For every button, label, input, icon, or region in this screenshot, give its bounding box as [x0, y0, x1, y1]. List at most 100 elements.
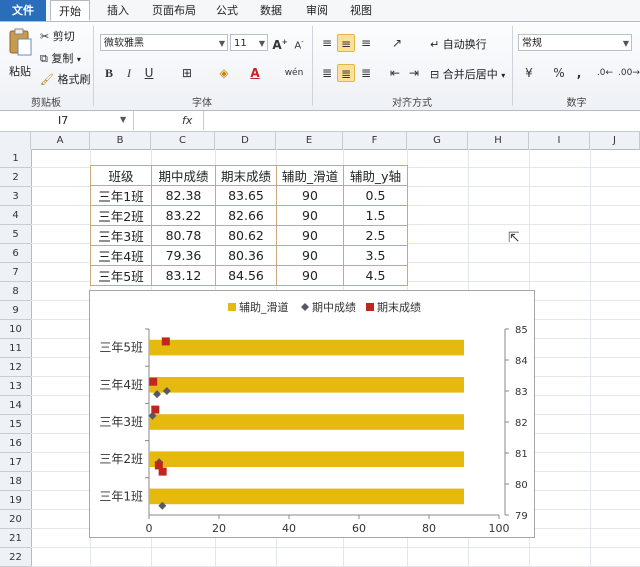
column-header[interactable]: J — [590, 132, 640, 149]
row-header[interactable]: 9 — [0, 301, 31, 320]
align-left-icon[interactable]: ≣ — [318, 64, 336, 82]
tab-page-layout[interactable]: 页面布局 — [146, 0, 202, 21]
table-cell[interactable]: 三年5班 — [90, 265, 152, 286]
table-cell[interactable]: 79.36 — [151, 245, 216, 266]
tab-insert[interactable]: 插入 — [104, 0, 132, 21]
table-cell[interactable]: 三年2班 — [90, 205, 152, 226]
grow-font-icon[interactable]: A+ — [271, 33, 289, 52]
orientation-icon[interactable]: ↗ — [388, 34, 406, 52]
header-cell[interactable]: 辅助_y轴 — [343, 165, 408, 186]
table-cell[interactable]: 4.5 — [343, 265, 408, 286]
table-cell[interactable]: 三年4班 — [90, 245, 152, 266]
table-cell[interactable]: 80.36 — [215, 245, 277, 266]
wrap-text-button[interactable]: ↵ 自动换行 — [430, 36, 487, 52]
decrease-decimal-icon[interactable]: .00→ — [618, 64, 640, 82]
merge-center-button[interactable]: ⊟ 合并后居中 ▾ — [430, 66, 505, 82]
embedded-chart[interactable]: 辅助_滑道 期中成绩 期末成绩 0 20 40 60 80 100 79 80 81 82 83 84 85 三… — [89, 290, 535, 538]
row-header[interactable]: 22 — [0, 548, 31, 567]
row-header[interactable]: 13 — [0, 377, 31, 396]
table-cell[interactable]: 80.62 — [215, 225, 277, 246]
currency-icon[interactable]: ¥ — [520, 64, 538, 82]
table-cell[interactable]: 83.65 — [215, 185, 277, 206]
column-header[interactable]: E — [276, 132, 343, 149]
table-cell[interactable]: 0.5 — [343, 185, 408, 206]
increase-indent-icon[interactable]: ⇥ — [405, 64, 423, 82]
select-all-corner[interactable] — [0, 132, 31, 149]
table-cell[interactable]: 2.5 — [343, 225, 408, 246]
align-center-icon[interactable]: ≣ — [337, 64, 355, 82]
font-size-select[interactable]: 11 ▼ — [230, 34, 268, 51]
fill-color-icon[interactable]: ◈ — [215, 64, 233, 82]
row-header[interactable]: 17 — [0, 453, 31, 472]
table-cell[interactable]: 90 — [276, 205, 344, 226]
table-cell[interactable]: 三年3班 — [90, 225, 152, 246]
table-cell[interactable]: 80.78 — [151, 225, 216, 246]
row-header[interactable]: 19 — [0, 491, 31, 510]
row-header[interactable]: 21 — [0, 529, 31, 548]
table-cell[interactable]: 83.12 — [151, 265, 216, 286]
row-header[interactable]: 10 — [0, 320, 31, 339]
column-header[interactable]: G — [407, 132, 468, 149]
row-header[interactable]: 16 — [0, 434, 31, 453]
tab-review[interactable]: 审阅 — [302, 0, 332, 21]
tab-home[interactable]: 开始 — [50, 0, 90, 21]
tab-file[interactable]: 文件 — [0, 0, 46, 21]
row-header[interactable]: 20 — [0, 510, 31, 529]
column-header[interactable]: H — [468, 132, 529, 149]
row-header[interactable]: 4 — [0, 206, 31, 225]
align-bottom-icon[interactable]: ≡ — [357, 34, 375, 52]
comma-button[interactable]: , — [570, 64, 588, 82]
format-painter-button[interactable]: 🖌 格式刷 — [40, 71, 90, 87]
borders-icon[interactable]: ⊞ — [178, 64, 196, 82]
tab-data[interactable]: 数据 — [256, 0, 286, 21]
table-cell[interactable]: 83.22 — [151, 205, 216, 226]
row-header[interactable]: 14 — [0, 396, 31, 415]
row-header[interactable]: 2 — [0, 168, 31, 187]
percent-button[interactable]: % — [550, 64, 568, 82]
table-cell[interactable]: 82.66 — [215, 205, 277, 226]
table-cell[interactable]: 90 — [276, 185, 344, 206]
tab-formulas[interactable]: 公式 — [212, 0, 242, 21]
tab-view[interactable]: 视图 — [346, 0, 376, 21]
phonetic-guide-button[interactable]: wén — [281, 64, 307, 82]
font-name-select[interactable]: 微软雅黑 ▼ — [100, 34, 228, 51]
number-format-select[interactable]: 常规 ▼ — [518, 34, 632, 51]
paste-button[interactable]: 粘贴 — [6, 28, 34, 79]
row-header[interactable]: 18 — [0, 472, 31, 491]
decrease-indent-icon[interactable]: ⇤ — [386, 64, 404, 82]
cut-button[interactable]: ✂ 剪切 — [40, 28, 75, 44]
header-cell[interactable]: 班级 — [90, 165, 152, 186]
row-header[interactable]: 8 — [0, 282, 31, 301]
row-header[interactable]: 5 — [0, 225, 31, 244]
table-cell[interactable]: 1.5 — [343, 205, 408, 226]
column-header[interactable]: B — [90, 132, 151, 149]
header-cell[interactable]: 期中成绩 — [151, 165, 216, 186]
chevron-down-icon[interactable]: ▼ — [120, 115, 126, 124]
row-header[interactable]: 12 — [0, 358, 31, 377]
font-color-icon[interactable]: A — [246, 64, 264, 82]
table-cell[interactable]: 84.56 — [215, 265, 277, 286]
row-header[interactable]: 7 — [0, 263, 31, 282]
row-header[interactable]: 11 — [0, 339, 31, 358]
align-middle-icon[interactable]: ≡ — [337, 34, 355, 52]
table-cell[interactable]: 90 — [276, 225, 344, 246]
row-header[interactable]: 6 — [0, 244, 31, 263]
row-header[interactable]: 15 — [0, 415, 31, 434]
table-cell[interactable]: 三年1班 — [90, 185, 152, 206]
table-cell[interactable]: 90 — [276, 245, 344, 266]
italic-button[interactable]: I — [120, 64, 138, 82]
increase-decimal-icon[interactable]: .0← — [596, 64, 614, 82]
table-cell[interactable]: 82.38 — [151, 185, 216, 206]
header-cell[interactable]: 期末成绩 — [215, 165, 277, 186]
copy-button[interactable]: ⧉ 复制 ▾ — [40, 50, 81, 66]
column-header[interactable]: D — [215, 132, 276, 149]
table-cell[interactable]: 90 — [276, 265, 344, 286]
bold-button[interactable]: B — [100, 64, 118, 82]
underline-button[interactable]: U — [140, 64, 158, 82]
shrink-font-icon[interactable]: A- — [290, 33, 308, 51]
name-box[interactable]: I7 — [0, 111, 134, 130]
insert-function-icon[interactable]: fx — [182, 111, 202, 130]
column-header[interactable]: C — [151, 132, 215, 149]
formula-input[interactable] — [203, 111, 640, 130]
header-cell[interactable]: 辅助_滑道 — [276, 165, 344, 186]
